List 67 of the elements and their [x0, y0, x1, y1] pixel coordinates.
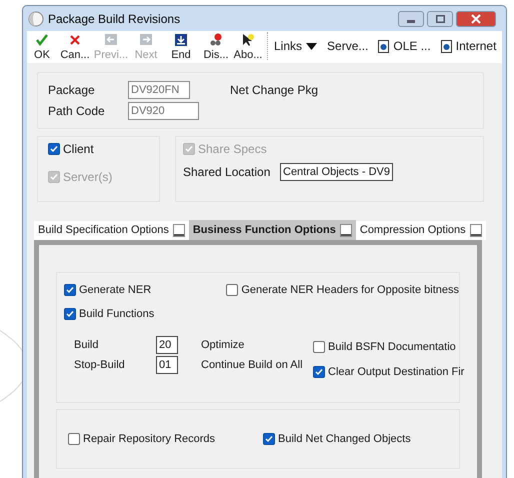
toolbar-link[interactable]: Serve... — [327, 37, 368, 55]
checkbox-label: Clear Output Destination Fir — [328, 364, 464, 380]
maximize-button[interactable] — [427, 10, 453, 26]
x-icon — [68, 33, 82, 47]
text-field[interactable]: DV920FN — [128, 81, 190, 99]
field-label: Stop-Build — [74, 358, 126, 373]
toolbar-link[interactable]: Internet — [440, 37, 496, 55]
checkmark-icon — [50, 173, 58, 181]
text-field[interactable]: Central Objects - DV9 — [280, 163, 393, 181]
text-field[interactable]: 20 — [156, 336, 178, 354]
minimize-button[interactable] — [398, 10, 424, 26]
toolbar-button[interactable]: End — [163, 33, 199, 61]
checkmark-icon — [315, 368, 323, 376]
checkbox-label: Build Functions — [79, 306, 154, 322]
document-icon — [378, 40, 390, 52]
minimize-icon — [407, 20, 415, 22]
checkbox-label: Build Net Changed Objects — [278, 432, 411, 447]
checkmark-icon — [35, 33, 49, 47]
checkbox-label: Share Specs — [198, 141, 267, 158]
window-title: Package Build Revisions — [48, 10, 180, 28]
toolbar-link[interactable]: OLE ... — [378, 37, 431, 55]
checkbox-label: Client — [63, 141, 94, 158]
checkmark-icon — [66, 286, 74, 294]
tab[interactable]: Build Specification Options — [34, 221, 189, 240]
checkbox-label: Generate NER Headers for Opposite bitness — [241, 283, 459, 298]
checkmark-icon — [185, 145, 193, 153]
toolbar-button[interactable]: Can... — [57, 33, 93, 61]
checkbox[interactable] — [64, 284, 76, 296]
checkbox[interactable] — [226, 284, 238, 296]
field-description: Optimize — [201, 338, 246, 353]
checkbox-label: Build BSFN Documentatio — [328, 340, 456, 355]
field-description: Net Change Pkg — [230, 82, 318, 99]
text-field[interactable]: 01 — [156, 356, 178, 374]
close-button[interactable] — [456, 10, 496, 26]
toolbar-button[interactable]: Abo... — [233, 33, 263, 61]
checkbox-label: Generate NER — [79, 283, 152, 298]
globe-icon — [28, 10, 44, 26]
checkbox[interactable] — [313, 341, 325, 354]
field-label: Path Code — [48, 103, 106, 120]
tab-corner-icon — [172, 224, 185, 237]
field-label: Shared Location — [183, 164, 272, 181]
text-field[interactable]: DV920 — [128, 102, 199, 120]
tab[interactable]: Compression Options — [356, 221, 486, 240]
checkmark-icon — [66, 310, 74, 318]
checkbox[interactable] — [64, 308, 76, 320]
tab[interactable]: Business Function Options — [188, 220, 356, 240]
document-icon — [440, 40, 452, 52]
dropdown-triangle-icon — [306, 42, 318, 50]
toolbar-button[interactable]: Dis... — [199, 33, 233, 61]
checkbox[interactable] — [68, 433, 80, 445]
checkbox-label: Server(s) — [63, 169, 112, 186]
tab-corner-icon — [340, 224, 352, 236]
field-description: Continue Build on All — [201, 358, 304, 373]
checkbox[interactable] — [313, 366, 325, 378]
maximize-icon — [436, 14, 444, 22]
checkmark-icon — [265, 435, 273, 443]
toolbar-link[interactable]: Links — [274, 37, 318, 55]
checkbox-label: Repair Repository Records — [83, 432, 216, 447]
field-label: Build — [74, 338, 100, 353]
pointer-question-icon — [241, 33, 255, 47]
checkmark-icon — [50, 145, 58, 153]
close-icon — [471, 14, 481, 24]
toolbar-button[interactable]: OK — [27, 33, 57, 61]
tab-corner-icon — [470, 224, 482, 237]
field-label: Package — [48, 82, 96, 99]
checkbox[interactable] — [48, 143, 60, 155]
checkbox[interactable] — [263, 433, 275, 445]
